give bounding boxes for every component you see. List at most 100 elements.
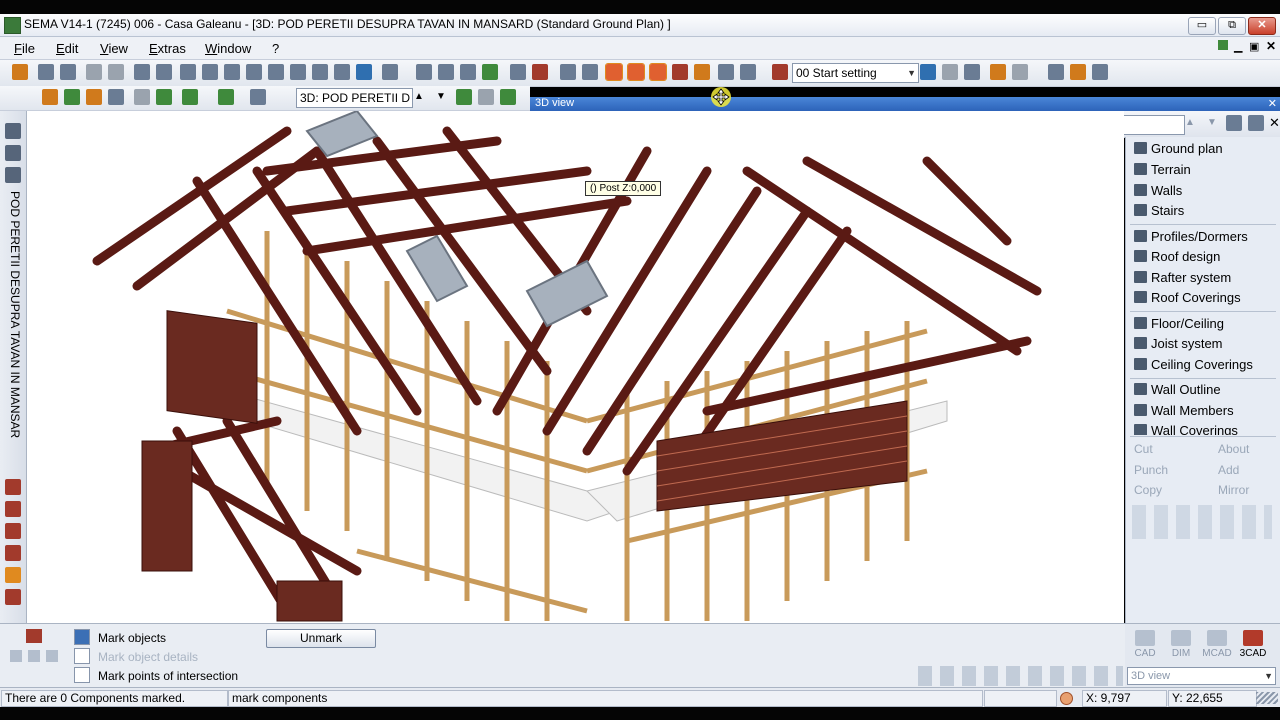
mark-tool-icon[interactable] [26, 629, 42, 643]
mark-objects-option[interactable]: Mark objects [74, 629, 166, 645]
view3d-titlebar[interactable]: 3D view ✕ [530, 97, 1280, 111]
settings-icon[interactable] [38, 64, 54, 80]
menu-window[interactable]: Window [205, 41, 251, 56]
view-select[interactable]: 3D: POD PERETII D [296, 88, 413, 108]
close-button[interactable]: ✕ [1248, 17, 1276, 35]
frame-wall-icon[interactable] [86, 89, 102, 105]
dxf-icon[interactable] [532, 64, 548, 80]
render-icon[interactable] [605, 63, 623, 81]
module-profiles-dormers[interactable]: Profiles/Dormers [1134, 229, 1248, 244]
table-icon[interactable] [920, 64, 936, 80]
restore-button[interactable]: ⧉ [1218, 17, 1246, 35]
lock-icon[interactable] [456, 89, 472, 105]
module-terrain[interactable]: Terrain [1134, 162, 1191, 177]
measure-icon[interactable] [560, 64, 576, 80]
mode-dim[interactable]: DIM [1165, 630, 1197, 659]
undo-icon[interactable] [86, 64, 102, 80]
arrow-up-icon[interactable]: ▲ [414, 91, 424, 102]
arrow-down-icon[interactable]: ▼ [1207, 117, 1217, 128]
zoom-icon[interactable] [312, 64, 328, 80]
redo-icon[interactable] [108, 64, 124, 80]
number-icon[interactable] [582, 64, 598, 80]
list-icon[interactable] [718, 64, 734, 80]
post-tool-icon[interactable] [5, 545, 21, 561]
ruler-icon[interactable] [482, 64, 498, 80]
mark-points-option[interactable]: Mark points of intersection [74, 667, 238, 683]
member-tool-icon[interactable] [5, 523, 21, 539]
level-icon[interactable] [218, 89, 234, 105]
snap-icon[interactable] [224, 64, 240, 80]
save-view-icon[interactable] [1226, 115, 1242, 131]
module-wall-outline[interactable]: Wall Outline [1134, 382, 1221, 397]
mode-cad[interactable]: CAD [1129, 630, 1161, 659]
mode-3cad[interactable]: 3CAD [1237, 630, 1269, 659]
mark-object-details-option[interactable]: Mark object details [74, 648, 198, 664]
mirror-button[interactable]: Mirror [1218, 483, 1249, 497]
eye-icon[interactable] [460, 64, 476, 80]
menu-edit[interactable]: Edit [56, 41, 78, 56]
doc-minimize-icon[interactable]: ▁ [1234, 40, 1242, 53]
doc-restore-icon[interactable]: ▣ [1249, 40, 1259, 53]
object-icon[interactable] [416, 64, 432, 80]
copy-icon[interactable] [108, 89, 124, 105]
grid-icon[interactable] [1092, 64, 1108, 80]
module-wall-members[interactable]: Wall Members [1134, 403, 1234, 418]
light-icon[interactable] [694, 64, 710, 80]
cut-button[interactable]: Cut [1134, 442, 1153, 456]
doc-close-icon[interactable]: ✕ [1266, 39, 1276, 53]
module-rafter-system[interactable]: Rafter system [1134, 270, 1231, 285]
arrow-down-icon[interactable]: ▼ [436, 91, 446, 102]
unmark-button[interactable]: Unmark [266, 629, 376, 648]
menu-file[interactable]: File [14, 41, 35, 56]
roof-icon[interactable] [42, 89, 58, 105]
house-icon[interactable] [64, 89, 80, 105]
material-icon[interactable] [649, 63, 667, 81]
link-icon[interactable] [1012, 64, 1028, 80]
arrow-up-icon[interactable]: ▲ [1185, 117, 1195, 128]
lock-disabled-icon[interactable] [478, 89, 494, 105]
unlock-icon[interactable] [500, 89, 516, 105]
module-wall-coverings[interactable]: Wall Coverings [1134, 423, 1238, 435]
frame-icon[interactable] [156, 64, 172, 80]
stack-icon[interactable] [5, 123, 21, 139]
layer-stack-icon[interactable] [250, 89, 266, 105]
binoculars-icon[interactable] [1048, 64, 1064, 80]
module-ground-plan[interactable]: Ground plan [1134, 141, 1223, 156]
wall-tool-icon[interactable] [5, 501, 21, 517]
module-walls[interactable]: Walls [1134, 183, 1182, 198]
roof-render-icon[interactable] [627, 63, 645, 81]
scissors-icon[interactable] [510, 64, 526, 80]
copy-button[interactable]: Copy [1134, 483, 1162, 497]
module-ceiling-coverings[interactable]: Ceiling Coverings [1134, 357, 1253, 372]
panel-icon[interactable] [5, 167, 21, 183]
add-button[interactable]: Add [1218, 463, 1239, 477]
beam-tool-icon[interactable] [5, 589, 21, 605]
module-roof-design[interactable]: Roof design [1134, 249, 1220, 264]
module-joist-system[interactable]: Joist system [1134, 336, 1223, 351]
record-icon[interactable] [1060, 692, 1073, 705]
layer-icon[interactable] [382, 64, 398, 80]
about-button[interactable]: About [1218, 442, 1249, 456]
start-setting-select[interactable]: 00 Start setting ▼ [792, 63, 919, 83]
menu-help[interactable]: ? [272, 41, 279, 56]
minimize-button[interactable]: ▭ [1188, 17, 1216, 35]
pin-icon[interactable] [202, 64, 218, 80]
mode-mcad[interactable]: MCAD [1201, 630, 1233, 659]
module-floor-ceiling[interactable]: Floor/Ceiling [1134, 316, 1224, 331]
rafter-tool-icon[interactable] [5, 479, 21, 495]
view-settings-icon[interactable] [1248, 115, 1264, 131]
stairs-icon[interactable] [182, 89, 198, 105]
export-icon[interactable] [740, 64, 756, 80]
menu-extras[interactable]: Extras [149, 41, 186, 56]
close-icon[interactable]: ✕ [1269, 115, 1280, 131]
punch-button[interactable]: Punch [1134, 463, 1168, 477]
menu-view[interactable]: View [100, 41, 128, 56]
pan-icon[interactable] [334, 64, 350, 80]
view3d-close-icon[interactable]: ✕ [1268, 97, 1277, 110]
grid-plan-icon[interactable] [156, 89, 172, 105]
wrench-icon[interactable] [964, 64, 980, 80]
zoom-window-icon[interactable] [290, 64, 306, 80]
print-icon[interactable] [134, 64, 150, 80]
mode-select[interactable]: 3D view ▼ [1127, 667, 1276, 685]
people-icon[interactable] [180, 64, 196, 80]
